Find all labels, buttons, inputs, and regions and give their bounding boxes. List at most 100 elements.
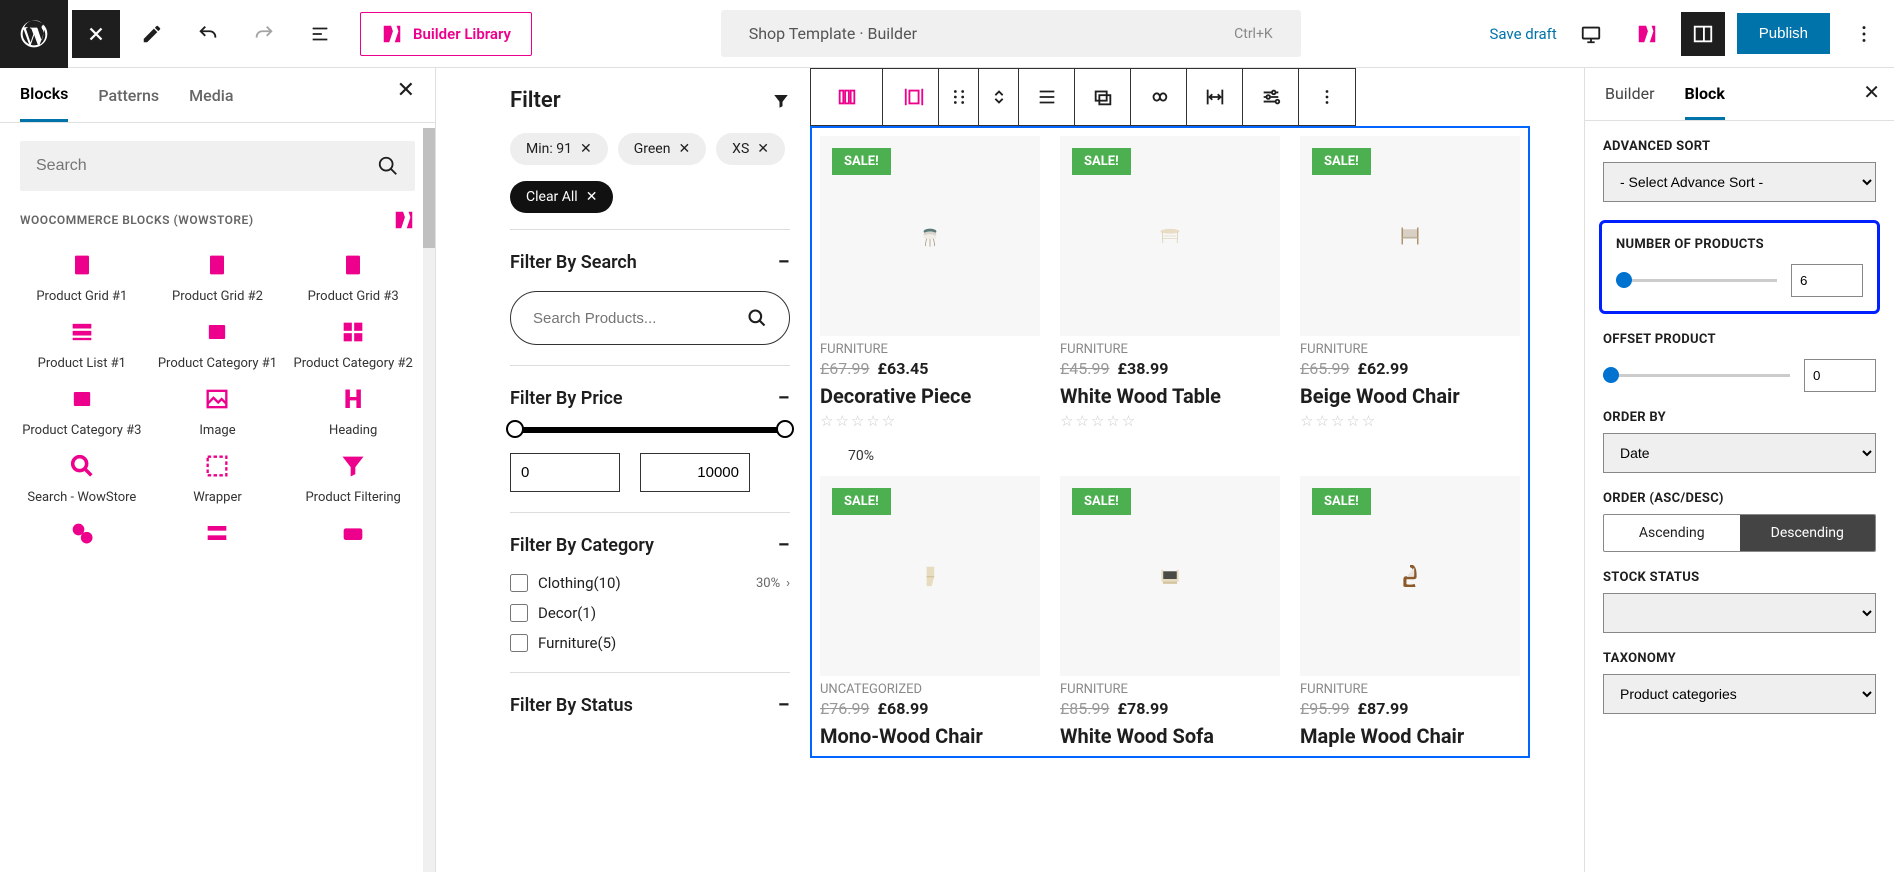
publish-button[interactable]: Publish <box>1737 13 1830 54</box>
tab-blocks[interactable]: Blocks <box>20 84 68 122</box>
undo-button[interactable] <box>184 10 232 58</box>
tab-media[interactable]: Media <box>189 86 233 121</box>
offset-input[interactable] <box>1804 359 1876 392</box>
tool-align-icon[interactable] <box>883 69 939 125</box>
close-inserter-button[interactable] <box>72 10 120 58</box>
product-card[interactable]: SALE! FURNITURE £65.99£62.99 Beige Wood … <box>1300 136 1520 430</box>
redo-button[interactable] <box>240 10 288 58</box>
sale-badge: SALE! <box>1312 488 1371 515</box>
tool-justify-icon[interactable] <box>1019 69 1075 125</box>
order-desc-button[interactable]: Descending <box>1740 515 1876 551</box>
order-by-label: ORDER BY <box>1603 410 1876 425</box>
product-card[interactable]: SALE! FURNITURE £45.99£38.99 White Wood … <box>1060 136 1280 430</box>
advanced-sort-label: ADVANCED SORT <box>1603 139 1876 154</box>
category-item-decor[interactable]: Decor(1) <box>510 604 790 622</box>
edit-icon[interactable] <box>128 10 176 58</box>
wowstore-icon[interactable] <box>1625 12 1669 56</box>
tool-settings-icon[interactable] <box>1243 69 1299 125</box>
advanced-sort-select[interactable]: - Select Advance Sort - <box>1603 162 1876 202</box>
order-asc-button[interactable]: Ascending <box>1604 515 1740 551</box>
minus-icon[interactable]: − <box>778 693 790 718</box>
num-products-slider[interactable] <box>1616 279 1777 282</box>
page-title-bar[interactable]: Shop Template · Builder Ctrl+K <box>721 10 1301 57</box>
preview-button[interactable] <box>1569 12 1613 56</box>
product-card[interactable]: SALE! FURNITURE £85.99£78.99 White Wood … <box>1060 476 1280 748</box>
product-card[interactable]: SALE! FURNITURE £95.99£87.99 Maple Wood … <box>1300 476 1520 748</box>
document-overview-button[interactable] <box>296 10 344 58</box>
filter-icon <box>772 92 790 110</box>
close-icon[interactable]: ✕ <box>580 141 592 157</box>
close-icon[interactable]: ✕ <box>757 141 769 157</box>
slider-handle-max[interactable] <box>776 420 794 438</box>
product-image: SALE! <box>1300 476 1520 676</box>
price-slider[interactable] <box>510 427 790 433</box>
topbar: Builder Library Shop Template · Builder … <box>0 0 1894 68</box>
order-by-select[interactable]: Date <box>1603 433 1876 473</box>
close-icon[interactable]: ✕ <box>397 78 415 103</box>
tab-patterns[interactable]: Patterns <box>98 86 159 121</box>
product-search[interactable] <box>510 291 790 345</box>
block-extra-1[interactable] <box>20 519 144 547</box>
minus-icon[interactable]: − <box>778 250 790 275</box>
settings-panel: Builder Block ✕ ADVANCED SORT - Select A… <box>1584 68 1894 872</box>
block-extra-3[interactable] <box>291 519 415 547</box>
block-product-filtering[interactable]: Product Filtering <box>291 452 415 507</box>
tool-width-icon[interactable] <box>1187 69 1243 125</box>
block-extra-2[interactable] <box>156 519 280 547</box>
price-min-input[interactable] <box>510 453 620 492</box>
category-item-clothing[interactable]: Clothing(10)30% › <box>510 574 790 592</box>
tool-infinity-icon[interactable] <box>1131 69 1187 125</box>
block-product-list-1[interactable]: Product List #1 <box>20 318 144 373</box>
scrollbar[interactable] <box>423 128 435 872</box>
block-grid: Product Grid #1 Product Grid #2 Product … <box>0 231 435 567</box>
tool-drag-icon[interactable] <box>939 69 979 125</box>
tool-move-icon[interactable] <box>979 69 1019 125</box>
filter-chip-color[interactable]: Green✕ <box>618 133 706 165</box>
tool-more-icon[interactable] <box>1299 69 1355 125</box>
block-search-wowstore[interactable]: Search - WowStore <box>20 452 144 507</box>
save-draft-link[interactable]: Save draft <box>1489 25 1556 43</box>
close-icon[interactable]: ✕ <box>678 141 690 157</box>
block-product-grid-1[interactable]: Product Grid #1 <box>20 251 144 306</box>
category-item-furniture[interactable]: Furniture(5) <box>510 634 790 652</box>
price-max-input[interactable] <box>640 453 750 492</box>
filter-chip-size[interactable]: XS✕ <box>716 133 785 165</box>
tab-block[interactable]: Block <box>1685 84 1725 120</box>
tool-columns-icon[interactable] <box>811 69 883 125</box>
product-card[interactable]: SALE! FURNITURE £67.99£63.45 Decorative … <box>820 136 1040 430</box>
block-product-category-2[interactable]: Product Category #2 <box>291 318 415 373</box>
block-wrapper[interactable]: Wrapper <box>156 452 280 507</box>
clear-all-button[interactable]: Clear All✕ <box>510 181 613 213</box>
block-image[interactable]: Image <box>156 385 280 440</box>
tool-overlay-icon[interactable] <box>1075 69 1131 125</box>
slider-handle-min[interactable] <box>506 420 524 438</box>
block-product-grid-3[interactable]: Product Grid #3 <box>291 251 415 306</box>
minus-icon[interactable]: − <box>778 533 790 558</box>
settings-panel-toggle[interactable] <box>1681 12 1725 56</box>
sale-badge: SALE! <box>1312 148 1371 175</box>
taxonomy-select[interactable]: Product categories <box>1603 674 1876 714</box>
offset-label: OFFSET PRODUCT <box>1603 332 1876 347</box>
block-product-category-1[interactable]: Product Category #1 <box>156 318 280 373</box>
minus-icon[interactable]: − <box>778 386 790 411</box>
stock-status-select[interactable] <box>1603 593 1876 633</box>
block-product-category-3[interactable]: Product Category #3 <box>20 385 144 440</box>
builder-library-button[interactable]: Builder Library <box>360 12 532 56</box>
wordpress-logo[interactable] <box>0 0 68 68</box>
filter-chip-min[interactable]: Min: 91✕ <box>510 133 608 165</box>
offset-slider[interactable] <box>1603 374 1790 377</box>
product-search-input[interactable] <box>533 310 747 327</box>
product-grid[interactable]: SALE! FURNITURE £67.99£63.45 Decorative … <box>810 126 1530 758</box>
more-options-button[interactable] <box>1842 12 1886 56</box>
block-search[interactable] <box>20 141 415 191</box>
filter-category-title: Filter By Category <box>510 535 654 556</box>
block-heading[interactable]: HHeading <box>291 385 415 440</box>
search-icon <box>747 308 767 328</box>
tab-builder[interactable]: Builder <box>1605 84 1655 120</box>
close-icon[interactable]: ✕ <box>1863 80 1880 104</box>
editor-canvas: Filter Min: 91✕ Green✕ XS✕ Clear All✕ Fi… <box>436 68 1584 872</box>
block-product-grid-2[interactable]: Product Grid #2 <box>156 251 280 306</box>
block-search-input[interactable] <box>36 157 377 175</box>
num-products-input[interactable] <box>1791 264 1863 297</box>
product-card[interactable]: SALE! UNCATEGORIZED £76.99£68.99 Mono-Wo… <box>820 476 1040 748</box>
